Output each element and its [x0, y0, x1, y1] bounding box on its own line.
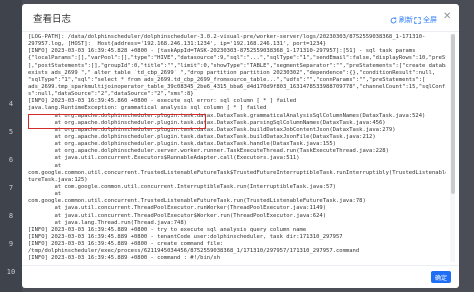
log-line: at org.apache.dolphinscheduler.plugin.ta…: [28, 133, 376, 140]
log-line: [INFO] 2023-03-03 16:39:45.889 +0800 - c…: [28, 255, 221, 262]
log-line: at: [28, 191, 62, 198]
log-line: "sqlType":"1","sql":"select * from ads_2…: [28, 76, 426, 83]
log-line: [INFO] 2023-03-03 16:39:45.860 +0800 - e…: [28, 98, 297, 105]
log-line: [INFO] 2023-03-03 16:39:45.889 +0800 - t…: [28, 233, 343, 240]
log-line: [INFO] 2023-03-03 16:39:45.889 +0800 - c…: [28, 241, 224, 248]
dialog-header: 查看日志 刷新 全屏 ✕: [22, 4, 459, 32]
log-line: ],"postStatements":[],"groupId":0,"title…: [28, 62, 446, 69]
fullscreen-label: 全屏: [423, 17, 437, 24]
log-content[interactable]: [LOG-PATH]: /data/dolphinscheduler/dolph…: [28, 34, 446, 262]
log-line: at java.util.concurrent.ThreadPoolExecut…: [28, 212, 327, 219]
log-line: com.google.common.util.concurrent.Truste…: [28, 169, 446, 176]
log-line: [INFO] 2023-03-03 16:39:45.828 +0800 - […: [28, 48, 416, 55]
log-line: [LOG-PATH]: /data/dolphinscheduler/dolph…: [28, 34, 426, 40]
log-line: ads_2699.tmp_sparkmultijoinoperator_tabl…: [28, 83, 446, 90]
log-scrollbar[interactable]: [450, 34, 455, 262]
log-line: tureTask.java:125): [28, 176, 88, 183]
log-line: at org.apache.dolphinscheduler.plugin.ta…: [28, 119, 386, 126]
close-icon[interactable]: ✕: [443, 12, 451, 22]
log-line: [INFO] 2023-03-03 16:39:45.889 +0800 - t…: [28, 226, 307, 233]
line-number: 6: [8, 156, 14, 164]
fullscreen-icon: [414, 16, 421, 24]
log-line: at java.util.concurrent.ThreadPoolExecut…: [28, 205, 327, 212]
refresh-button[interactable]: 刷新: [390, 15, 413, 25]
dialog-title: 查看日志: [33, 14, 72, 25]
log-line: at org.apache.dolphinscheduler.plugin.ta…: [28, 112, 426, 119]
log-line: com.google.common.util.concurrent.Truste…: [28, 198, 366, 205]
refresh-icon: [390, 16, 397, 23]
footer-divider: [22, 265, 459, 266]
log-line: exists ads_2699 "," alter table `td_cbp_…: [28, 69, 436, 76]
log-line: at java.util.concurrent.Executors$Runnab…: [28, 155, 300, 162]
log-line: at: [28, 162, 62, 169]
line-number: 8: [8, 212, 14, 220]
log-line: /tmp/dolphinscheduler/exec/process/62119…: [28, 248, 360, 255]
view-log-dialog: 查看日志 刷新 全屏 ✕ [LOG-PATH]: /data/dolphinsc…: [22, 4, 459, 288]
log-line: java.lang.RuntimeException: grammatical …: [28, 105, 267, 112]
fullscreen-button[interactable]: 全屏: [414, 15, 437, 25]
log-line: at org.apache.dolphinscheduler.plugin.ta…: [28, 126, 396, 133]
background-line-gutter: 4 5 6 7 8 9 10: [0, 0, 22, 292]
scrollbar-thumb[interactable]: [450, 34, 455, 194]
line-number: 7: [8, 184, 14, 192]
log-line: s":null,"dataSource":"2","dataSource":"2…: [28, 91, 194, 98]
line-number: 9: [8, 240, 14, 248]
line-number: 10: [6, 268, 16, 276]
log-line: 297957.log, [HOST]: Host{address='192.16…: [28, 41, 327, 48]
confirm-button[interactable]: 确定: [431, 271, 451, 283]
log-line: at java.lang.Thread.run(Thread.java:748): [28, 219, 187, 226]
log-line: at com.google.common.util.concurrent.Int…: [28, 183, 336, 190]
refresh-label: 刷新: [399, 17, 413, 24]
log-line: at org.apache.dolphinscheduler.plugin.ta…: [28, 141, 336, 148]
line-number: 5: [8, 128, 14, 136]
log-line: {"localParams":[],"varPool":[],"type":"H…: [28, 55, 446, 62]
log-line: at org.apache.dolphinscheduler.server.wo…: [28, 148, 389, 155]
line-number: 4: [8, 100, 14, 108]
